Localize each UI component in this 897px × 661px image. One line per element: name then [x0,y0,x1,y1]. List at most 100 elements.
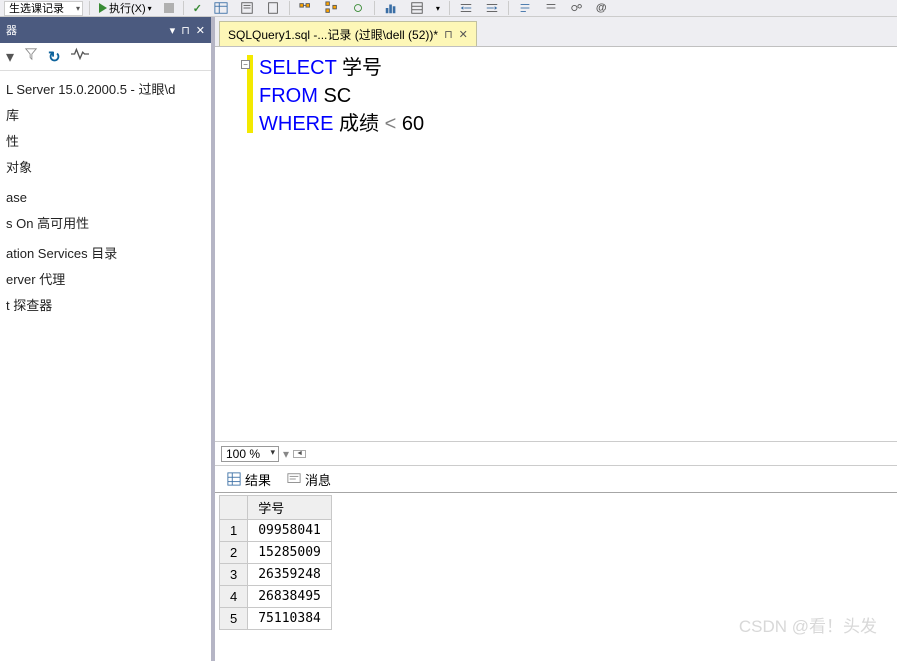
outdent-icon[interactable] [482,1,502,16]
tree-node[interactable]: s On 高可用性 [4,211,207,237]
editor-area: SQLQuery1.sql -...记录 (过眼\dell (52))* ⊓ ✕… [215,17,897,661]
code-token: SC [318,85,351,107]
tree-node[interactable]: t 探查器 [4,293,207,319]
column-header[interactable]: 学号 [248,496,332,520]
collapse-toggle[interactable]: − [241,60,250,69]
execute-button[interactable]: 执行(X) ▾ [96,1,155,16]
cell[interactable]: 26838495 [248,586,332,608]
row-header[interactable]: 2 [220,542,248,564]
object-tree[interactable]: L Server 15.0.2000.5 - 过眼\d 库 性 对象 ase s… [0,71,211,325]
message-icon [287,472,301,486]
tree-node[interactable]: 对象 [4,155,207,181]
row-header[interactable]: 1 [220,520,248,542]
grid-icon [227,472,241,486]
uncomment-icon[interactable] [541,1,561,16]
close-icon[interactable]: ✕ [196,24,205,37]
row-header[interactable]: 5 [220,608,248,630]
dropdown-icon: ▾ [436,4,440,13]
tab-title: SQLQuery1.sql -...记录 (过眼\dell (52))* [228,26,438,43]
execute-label: 执行(X) [109,0,146,16]
connect-icon[interactable]: ▾ [6,47,14,67]
stats2-icon[interactable] [407,1,427,16]
keyword: SELECT [259,57,336,79]
row-header[interactable]: 4 [220,586,248,608]
refresh-icon[interactable]: ↻ [48,48,61,66]
zoom-bar: 100 % ▾ ◄ [215,441,897,465]
text-result-icon[interactable] [237,1,257,16]
operator: < [385,113,397,135]
table-row[interactable]: 2 15285009 [220,542,332,564]
main-toolbar: 生选课记录 执行(X) ▾ ✓ ▾ @ [0,0,897,17]
plan2-icon[interactable] [322,1,342,16]
grid-result-icon[interactable] [211,1,231,16]
tree-node[interactable]: ase [4,185,207,211]
keyword: FROM [259,85,318,107]
table-row[interactable]: 5 75110384 [220,608,332,630]
indent-icon[interactable] [456,1,476,16]
activity-icon[interactable] [71,47,89,66]
toolbar-separator [449,1,450,15]
tree-node[interactable]: erver 代理 [4,267,207,293]
refresh-icon[interactable]: ▾ [433,1,443,16]
zoom-slider-icon[interactable]: ▾ [283,447,289,461]
table-row[interactable]: 1 09958041 [220,520,332,542]
tab-label: 结果 [245,470,271,489]
result-tabbar: 结果 消息 [215,465,897,493]
comment-icon[interactable] [515,1,535,16]
code-token: 学号 [336,57,382,79]
toolbar-separator [289,1,290,15]
misc-icon[interactable] [567,1,587,16]
cell[interactable]: 15285009 [248,542,332,564]
editor-gutter: − [215,47,253,441]
grid-corner[interactable] [220,496,248,520]
tree-node[interactable]: 库 [4,103,207,129]
results-grid[interactable]: 学号 1 09958041 2 15285009 3 26359248 4 26… [215,493,897,661]
zoom-combo[interactable]: 100 % [221,446,279,462]
stop-button[interactable] [161,1,177,16]
plan3-icon[interactable] [348,1,368,16]
toolbar-separator [89,1,90,15]
pin-icon[interactable]: ⊓ [444,28,453,41]
stop-icon [164,3,174,13]
code-text[interactable]: SELECT 学号 FROM SC WHERE 成绩 < 60 [253,47,424,441]
plan-icon[interactable] [296,1,316,16]
database-combo[interactable]: 生选课记录 [4,1,83,16]
close-icon[interactable]: ✕ [459,28,468,41]
tab-messages[interactable]: 消息 [281,468,337,491]
file-result-icon[interactable] [263,1,283,16]
check-icon: ✓ [193,2,202,15]
keyword: WHERE [259,113,333,135]
tree-node[interactable]: ation Services 目录 [4,241,207,267]
parse-button[interactable]: ✓ [190,1,205,16]
code-token: 成绩 [333,113,384,135]
dropdown-icon: ▾ [148,4,152,13]
server-node[interactable]: L Server 15.0.2000.5 - 过眼\d [4,77,207,103]
document-tab[interactable]: SQLQuery1.sql -...记录 (过眼\dell (52))* ⊓ ✕ [219,21,477,46]
document-tabbar: SQLQuery1.sql -...记录 (过眼\dell (52))* ⊓ ✕ [215,17,897,46]
pin-icon[interactable]: ⊓ [181,24,190,37]
play-icon [99,3,107,13]
filter-icon[interactable] [24,47,38,66]
table-row[interactable]: 3 26359248 [220,564,332,586]
stats-icon[interactable] [381,1,401,16]
tab-results[interactable]: 结果 [221,468,277,491]
results-table: 学号 1 09958041 2 15285009 3 26359248 4 26… [219,495,332,630]
code-token: 60 [396,113,424,135]
nav-arrows[interactable]: ◄ [293,450,306,458]
header-title: 器 [6,22,17,38]
row-header[interactable]: 3 [220,564,248,586]
sidebar-toolbar: ▾ ↻ [0,43,211,71]
sql-editor[interactable]: − SELECT 学号 FROM SC WHERE 成绩 < 60 [215,46,897,441]
sidebar-header: 器 ▾ ⊓ ✕ [0,17,211,43]
object-explorer: 器 ▾ ⊓ ✕ ▾ ↻ L Server 15.0.2000.5 - 过眼\d … [0,17,215,661]
table-row[interactable]: 4 26838495 [220,586,332,608]
cell[interactable]: 75110384 [248,608,332,630]
toolbar-separator [374,1,375,15]
cell[interactable]: 09958041 [248,520,332,542]
toolbar-separator [508,1,509,15]
cell[interactable]: 26359248 [248,564,332,586]
dropdown-icon[interactable]: ▾ [170,24,176,37]
tab-label: 消息 [305,470,331,489]
at-icon[interactable]: @ [593,1,610,16]
tree-node[interactable]: 性 [4,129,207,155]
